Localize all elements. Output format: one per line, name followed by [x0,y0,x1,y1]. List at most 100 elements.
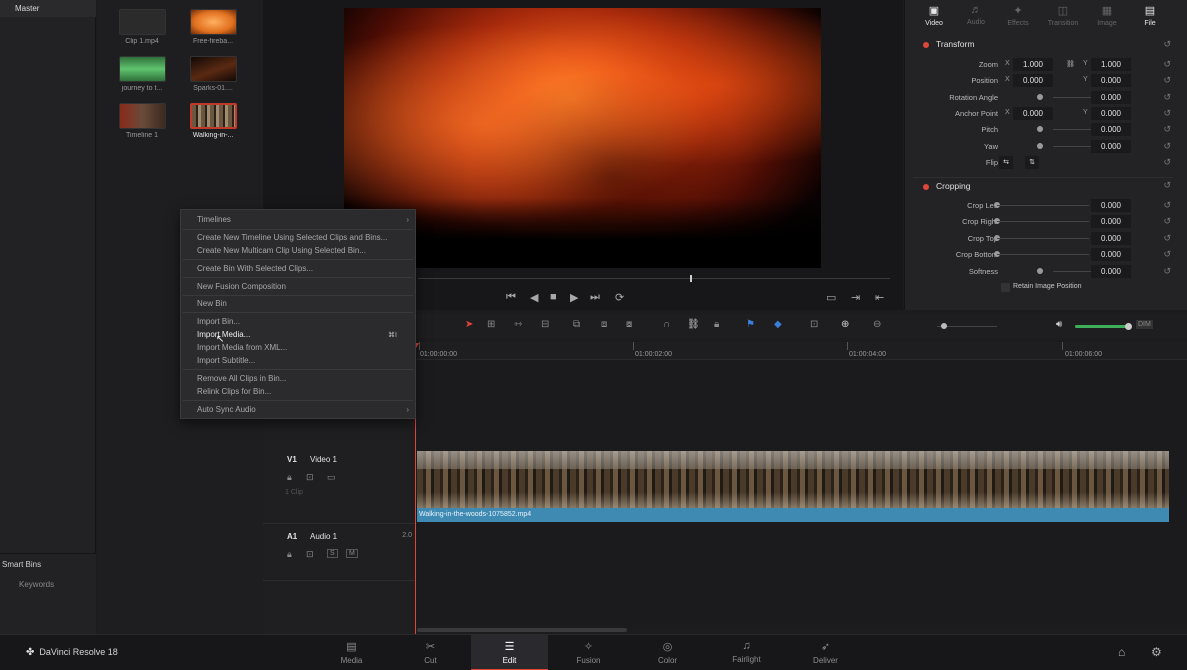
rotation-field[interactable]: 0.000 [1091,91,1131,104]
track-name[interactable]: Video 1 [310,455,337,464]
mark-out-icon[interactable]: ⇤ [875,291,884,304]
volume-knob[interactable] [1125,323,1132,330]
crop-right-slider[interactable] [997,221,1089,222]
tab-image[interactable]: ▦ Image [1086,4,1128,27]
reset-icon[interactable]: ↺ [1163,180,1171,191]
tab-file[interactable]: ▤ File [1129,4,1171,27]
auto-select-icon[interactable]: ⊡ [306,472,314,483]
anchor-y-field[interactable]: 0.000 [1091,107,1131,120]
yaw-field[interactable]: 0.000 [1091,140,1131,153]
reset-icon[interactable]: ↺ [1163,216,1171,227]
transform-section-header[interactable]: Transform [913,36,1173,54]
page-fairlight[interactable]: ♫ Fairlight [708,635,785,670]
home-icon[interactable]: ⌂ [1118,645,1125,659]
volume-slider[interactable] [1075,325,1127,328]
cropping-section-header[interactable]: Cropping [913,177,1173,195]
menu-item-new-bin[interactable]: New Bin [197,299,227,308]
enable-dot[interactable] [923,42,929,48]
media-clip[interactable]: journey to t... [112,56,172,92]
zoom-y-field[interactable]: 1.000 [1091,58,1131,71]
dim-button[interactable]: DIM [1136,320,1153,329]
crop-top-field[interactable]: 0.000 [1091,232,1131,245]
timeline-tracks-area[interactable]: Walking-in-the-woods-1075852.mp4 [417,361,1187,626]
crop-bottom-slider[interactable] [997,254,1089,255]
crop-right-field[interactable]: 0.000 [1091,215,1131,228]
viewer-scrub-head[interactable] [690,275,692,282]
tab-effects[interactable]: ✦ Effects [997,4,1039,27]
reset-icon[interactable]: ↺ [1163,59,1171,70]
insert-clip-icon[interactable]: ⧉ [573,319,580,330]
retain-checkbox[interactable] [1001,283,1010,292]
speaker-icon[interactable]: 🔊︎ [1056,319,1062,330]
menu-item-create-bin[interactable]: Create Bin With Selected Clips... [197,264,313,273]
reset-icon[interactable]: ↺ [1163,39,1171,50]
trim-tool-icon[interactable]: ⊞ [487,319,495,330]
media-clip[interactable]: Free-fireba... [183,9,243,45]
auto-select-icon[interactable]: ⊡ [306,549,314,560]
selection-tool-icon[interactable]: ➤ [465,319,473,330]
slider-knob[interactable] [1037,268,1043,274]
zoom-slider-knob[interactable] [941,323,947,329]
flag-icon[interactable]: ⚑ [746,319,755,330]
zoom-detail-icon[interactable]: ⊕ [841,319,849,330]
crop-left-slider[interactable] [997,205,1089,206]
track-name[interactable]: Audio 1 [310,532,337,541]
video-track-header[interactable]: V1 Video 1 🔒︎ ⊡ ▭ 1 Clip [263,448,416,524]
jump-to-end-icon[interactable]: ⏭ [590,291,600,304]
mark-in-icon[interactable]: ⇥ [851,291,860,304]
crop-bottom-field[interactable]: 0.000 [1091,248,1131,261]
flip-horizontal-icon[interactable]: ⇆ [999,156,1013,169]
menu-item-relink[interactable]: Relink Clips for Bin... [197,387,271,396]
crop-left-field[interactable]: 0.000 [1091,199,1131,212]
menu-item-new-multicam[interactable]: Create New Multicam Clip Using Selected … [197,246,366,255]
snapping-icon[interactable]: ∩ [663,319,670,330]
reset-icon[interactable]: ↺ [1163,249,1171,260]
link-icon[interactable]: ⛓ [1066,60,1075,68]
mute-button[interactable]: M [346,549,358,558]
dynamic-trim-icon[interactable]: ⇿ [514,319,522,330]
pitch-field[interactable]: 0.000 [1091,123,1131,136]
marker-icon[interactable]: ◆ [774,319,782,330]
tab-transition[interactable]: ◫ Transition [1042,4,1084,27]
menu-item-import-bin[interactable]: Import Bin... [197,317,240,326]
solo-button[interactable]: S [327,549,338,558]
zoom-out-icon[interactable]: ⊖ [873,319,881,330]
match-frame-icon[interactable]: ▭ [826,291,836,304]
position-x-field[interactable]: 0.000 [1013,74,1053,87]
track-visibility-icon[interactable]: ▭ [327,472,336,483]
menu-item-import-xml[interactable]: Import Media from XML... [197,343,287,352]
smart-bin-keywords[interactable]: Keywords [19,580,54,589]
softness-field[interactable]: 0.000 [1091,265,1131,278]
menu-item-new-fusion[interactable]: New Fusion Composition [197,282,286,291]
zoom-x-field[interactable]: 1.000 [1013,58,1053,71]
tab-audio[interactable]: ♬ Audio [955,4,997,26]
crop-top-slider[interactable] [997,238,1089,239]
menu-item-import-subtitle[interactable]: Import Subtitle... [197,356,255,365]
overwrite-clip-icon[interactable]: ⧈ [601,319,607,330]
timeline-ruler[interactable]: 01:00:00:00 01:00:02:00 01:00:04:00 01:0… [417,342,1187,360]
menu-item-auto-sync[interactable]: Auto Sync Audio [197,405,256,414]
anchor-x-field[interactable]: 0.000 [1013,107,1053,120]
flip-vertical-icon[interactable]: ⇅ [1025,156,1039,169]
page-media[interactable]: ▤ Media [313,635,390,670]
page-fusion[interactable]: ✧ Fusion [550,635,627,670]
media-clip[interactable]: Clip 1.mp4 [112,9,172,45]
reset-icon[interactable]: ↺ [1163,200,1171,211]
timeline-video-clip[interactable] [417,451,1169,508]
viewer-scrub-bar[interactable] [418,278,890,279]
reset-icon[interactable]: ↺ [1163,141,1171,152]
slider-knob[interactable] [1037,94,1043,100]
menu-item-remove-all[interactable]: Remove All Clips in Bin... [197,374,286,383]
reset-icon[interactable]: ↺ [1163,108,1171,119]
timeline-clip-label[interactable]: Walking-in-the-woods-1075852.mp4 [417,508,1169,522]
jump-to-start-icon[interactable]: ⏮ [506,291,516,304]
slider-knob[interactable] [1037,126,1043,132]
reset-icon[interactable]: ↺ [1163,124,1171,135]
linked-selection-icon[interactable]: ⛓ [687,319,700,330]
position-lock-icon[interactable]: 🔒︎ [714,319,719,330]
media-clip-selected[interactable]: Walking-in-... [183,103,243,139]
menu-item-new-timeline[interactable]: Create New Timeline Using Selected Clips… [197,233,387,242]
tab-video[interactable]: ▣ Video [913,4,955,27]
reset-icon[interactable]: ↺ [1163,233,1171,244]
replace-clip-icon[interactable]: ⧇ [626,319,632,330]
